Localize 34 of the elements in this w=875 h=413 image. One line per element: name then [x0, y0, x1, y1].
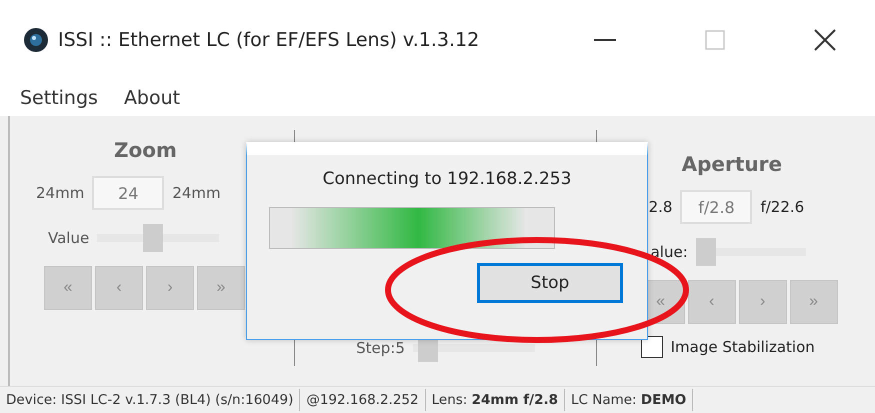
status-text: @192.168.2.252 — [300, 389, 426, 411]
step-button[interactable]: ‹ — [95, 266, 143, 310]
menu-item[interactable]: Settings — [12, 87, 106, 109]
status-text: Device: ISSI LC-2 v.1.7.3 (BL4) (s/n:16049) — [0, 389, 300, 411]
step-button[interactable]: › — [146, 266, 194, 310]
step-button[interactable]: « — [44, 266, 92, 310]
window-title: ISSI :: Ethernet LC (for EF/EFS Lens) v.1.3.12 — [58, 29, 480, 51]
max-label: f/22.6 — [760, 198, 804, 216]
step-button[interactable]: » — [790, 280, 838, 324]
close-icon[interactable] — [814, 29, 836, 51]
stop-button[interactable]: Stop — [477, 263, 623, 303]
status-text: LC Name: DEMO — [564, 389, 694, 411]
stabilization-checkbox[interactable] — [640, 336, 663, 358]
value-field[interactable]: f/2.8 — [680, 190, 752, 224]
max-label: 24mm — [172, 184, 221, 202]
min-label: 24mm — [36, 184, 84, 202]
min-label: 2.8 — [648, 198, 672, 216]
step-button[interactable]: » — [197, 266, 245, 310]
minimize-icon[interactable] — [594, 39, 616, 41]
slider-thumb[interactable] — [143, 224, 164, 252]
slider-label: alue: — [650, 243, 688, 261]
slider-label: Value — [48, 229, 90, 247]
step-button[interactable]: ‹ — [688, 280, 736, 324]
slider-thumb[interactable] — [696, 238, 716, 266]
value-field[interactable]: 24 — [92, 176, 164, 210]
slider-label: Step:5 — [356, 339, 405, 357]
section-title: Zoom — [114, 138, 177, 162]
checkbox-label: Image Stabilization — [670, 338, 815, 356]
lens-icon — [24, 28, 48, 52]
status-text: Lens: 24mm f/2.8 — [426, 389, 565, 411]
section-title: Aperture — [682, 152, 782, 176]
menu-item[interactable]: About — [116, 87, 188, 109]
step-button[interactable]: › — [738, 280, 787, 324]
dialog-message: Connecting to 192.168.2.253 — [322, 169, 572, 189]
